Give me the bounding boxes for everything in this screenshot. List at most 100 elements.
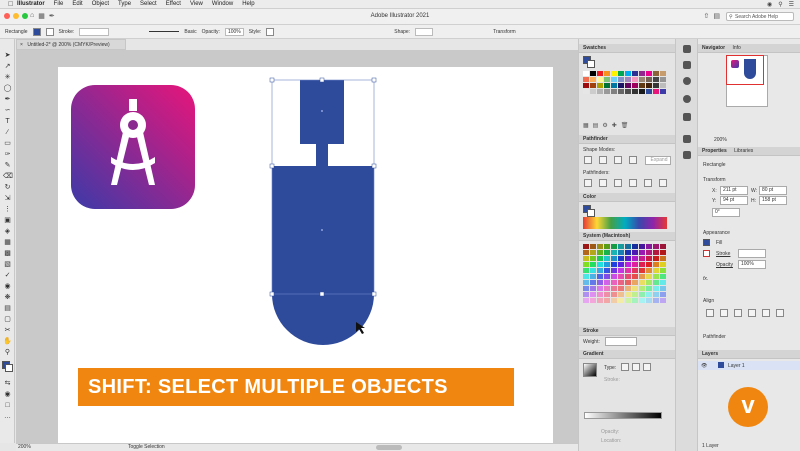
system-swatch[interactable] — [625, 268, 631, 273]
graphic-styles-strip-icon[interactable] — [683, 95, 691, 103]
intersect-button[interactable] — [614, 156, 622, 164]
system-swatch[interactable] — [653, 292, 659, 297]
menu-effect[interactable]: Effect — [166, 1, 181, 7]
swatch[interactable] — [604, 71, 610, 76]
system-swatch[interactable] — [660, 250, 666, 255]
brush-label[interactable]: Basic — [184, 29, 196, 35]
brushes-strip-icon[interactable] — [683, 135, 691, 143]
system-swatch[interactable] — [604, 262, 610, 267]
system-swatch[interactable] — [660, 292, 666, 297]
system-swatch[interactable] — [583, 280, 589, 285]
swatch[interactable] — [639, 77, 645, 82]
system-swatch[interactable] — [604, 292, 610, 297]
system-swatch[interactable] — [646, 244, 652, 249]
system-swatch[interactable] — [653, 286, 659, 291]
system-swatch[interactable] — [646, 286, 652, 291]
system-swatch[interactable] — [604, 268, 610, 273]
control-center-icon[interactable]: ☰ — [789, 1, 794, 8]
x-input[interactable]: 211 pt — [720, 186, 748, 195]
magic-wand-icon[interactable]: ✳ — [3, 73, 12, 82]
blend-tool-icon[interactable]: ◉ — [3, 282, 12, 291]
stroke-panel-header[interactable]: Stroke — [579, 327, 675, 336]
swatch[interactable] — [611, 77, 617, 82]
system-swatch[interactable] — [632, 244, 638, 249]
swatch[interactable] — [632, 89, 638, 94]
swatch[interactable] — [604, 83, 610, 88]
system-swatch[interactable] — [590, 250, 596, 255]
system-swatch[interactable] — [597, 268, 603, 273]
appearance-fill-swatch[interactable] — [703, 239, 710, 246]
type-tool-icon[interactable]: T — [3, 117, 12, 126]
system-swatch[interactable] — [660, 256, 666, 261]
system-swatch[interactable] — [597, 280, 603, 285]
system-swatch[interactable] — [625, 280, 631, 285]
line-tool-icon[interactable]: ∕ — [3, 128, 12, 137]
swatch[interactable] — [653, 89, 659, 94]
swatch[interactable] — [653, 71, 659, 76]
navigator-zoom[interactable]: 200% — [714, 137, 727, 143]
swatch[interactable] — [625, 77, 631, 82]
system-swatch[interactable] — [646, 274, 652, 279]
swatch[interactable] — [597, 77, 603, 82]
align-right-button[interactable] — [734, 309, 742, 317]
swatch[interactable] — [639, 89, 645, 94]
edit-toolbar-icon[interactable]: … — [3, 412, 12, 421]
swatch[interactable] — [632, 83, 638, 88]
y-input[interactable]: 94 pt — [720, 196, 748, 205]
swatch[interactable] — [660, 83, 666, 88]
system-swatch[interactable] — [625, 274, 631, 279]
swatches-grid[interactable] — [583, 71, 666, 94]
swatch[interactable] — [583, 83, 589, 88]
align-left-button[interactable] — [706, 309, 714, 317]
system-swatch[interactable] — [611, 256, 617, 261]
system-swatch[interactable] — [653, 250, 659, 255]
menu-help[interactable]: Help — [242, 1, 254, 7]
menu-select[interactable]: Select — [140, 1, 157, 7]
crop-button[interactable] — [629, 179, 637, 187]
menu-type[interactable]: Type — [118, 1, 131, 7]
help-search-input[interactable]: ⚲ Search Adobe Help — [726, 12, 794, 21]
outline-button[interactable] — [644, 179, 652, 187]
system-swatch[interactable] — [604, 244, 610, 249]
swatch[interactable] — [590, 83, 596, 88]
system-swatch[interactable] — [639, 250, 645, 255]
system-swatch[interactable] — [590, 286, 596, 291]
pencil-icon[interactable]: ✎ — [3, 161, 12, 170]
swatch[interactable] — [583, 89, 589, 94]
swatch[interactable] — [653, 77, 659, 82]
swatch[interactable] — [597, 89, 603, 94]
system-swatch[interactable] — [660, 268, 666, 273]
align-center-button[interactable] — [720, 309, 728, 317]
gradient-slider[interactable] — [584, 412, 662, 419]
system-swatch[interactable] — [639, 244, 645, 249]
libraries-strip-icon[interactable] — [683, 61, 691, 69]
layer-name[interactable]: Layer 1 — [728, 363, 745, 369]
swatch[interactable] — [625, 83, 631, 88]
system-swatch[interactable] — [618, 286, 624, 291]
swatch[interactable] — [646, 89, 652, 94]
swatch[interactable] — [590, 89, 596, 94]
system-swatch[interactable] — [632, 280, 638, 285]
workspace-icon[interactable]: ▤ — [713, 12, 720, 20]
system-swatch[interactable] — [660, 274, 666, 279]
share-icon[interactable]: ⇧ — [704, 12, 710, 20]
bottom-semicircle[interactable] — [272, 294, 374, 345]
system-swatch[interactable] — [618, 250, 624, 255]
paintbrush-icon[interactable]: ✑ — [3, 150, 12, 159]
selection-tool-icon[interactable]: ➤ — [3, 51, 12, 60]
system-swatch[interactable] — [632, 256, 638, 261]
system-swatch[interactable] — [632, 286, 638, 291]
swatch[interactable] — [618, 77, 624, 82]
horizontal-scrollbar[interactable] — [376, 445, 402, 450]
swatch[interactable] — [639, 71, 645, 76]
properties-strip-icon[interactable] — [683, 45, 691, 53]
transform-link[interactable]: Transform — [493, 29, 516, 35]
system-swatch[interactable] — [653, 256, 659, 261]
align-bottom-button[interactable] — [776, 309, 784, 317]
swatch-stroke-icon[interactable] — [587, 60, 595, 68]
system-swatch[interactable] — [660, 298, 666, 303]
minus-back-button[interactable] — [659, 179, 667, 187]
new-swatch-icon[interactable]: ✚ — [612, 122, 617, 129]
system-swatch[interactable] — [611, 250, 617, 255]
system-swatch[interactable] — [632, 268, 638, 273]
